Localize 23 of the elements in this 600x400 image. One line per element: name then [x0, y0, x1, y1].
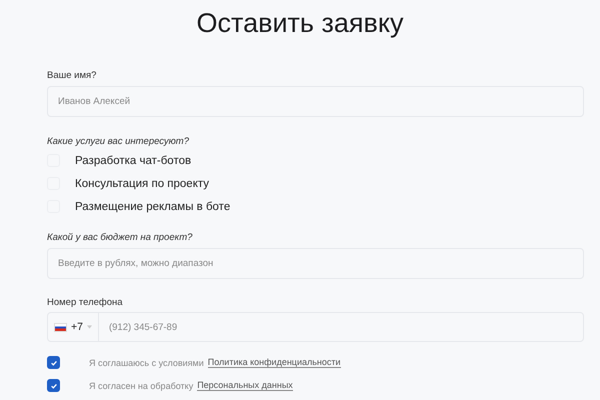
option-label: Разработка чат-ботов	[75, 154, 192, 166]
policy-link[interactable]: Политика конфиденциальности	[208, 357, 341, 368]
check-icon	[50, 358, 58, 366]
policy-link[interactable]: Персональных данных	[197, 380, 293, 391]
field-label: Номер телефона	[47, 297, 123, 308]
flag-icon	[54, 322, 67, 332]
consent-text: Я соглашаюсь с условиями	[89, 358, 204, 368]
input-field[interactable]: Введите в рублях, можно диапазон	[47, 248, 584, 279]
input-field[interactable]: Иванов Алексей	[47, 86, 584, 117]
country-code: +7	[71, 321, 83, 333]
checkbox[interactable]	[47, 379, 60, 392]
form-title: Оставить заявку	[196, 8, 404, 39]
caret-icon	[86, 325, 92, 329]
field-label: Какой у вас бюджет на проект?	[47, 232, 192, 243]
field-label: Ваше имя?	[47, 70, 96, 81]
option-label: Размещение рекламы в боте	[75, 200, 230, 212]
field-label: Какие услуги вас интересуют?	[47, 136, 190, 147]
check-icon	[50, 382, 58, 390]
checkbox[interactable]	[47, 356, 60, 369]
consent-text: Я согласен на обработку	[89, 380, 194, 390]
phone-field[interactable]: +7 (912) 345-67-89	[47, 312, 584, 342]
option-label: Консультация по проекту	[75, 178, 210, 190]
country-selector[interactable]: +7	[48, 313, 99, 341]
